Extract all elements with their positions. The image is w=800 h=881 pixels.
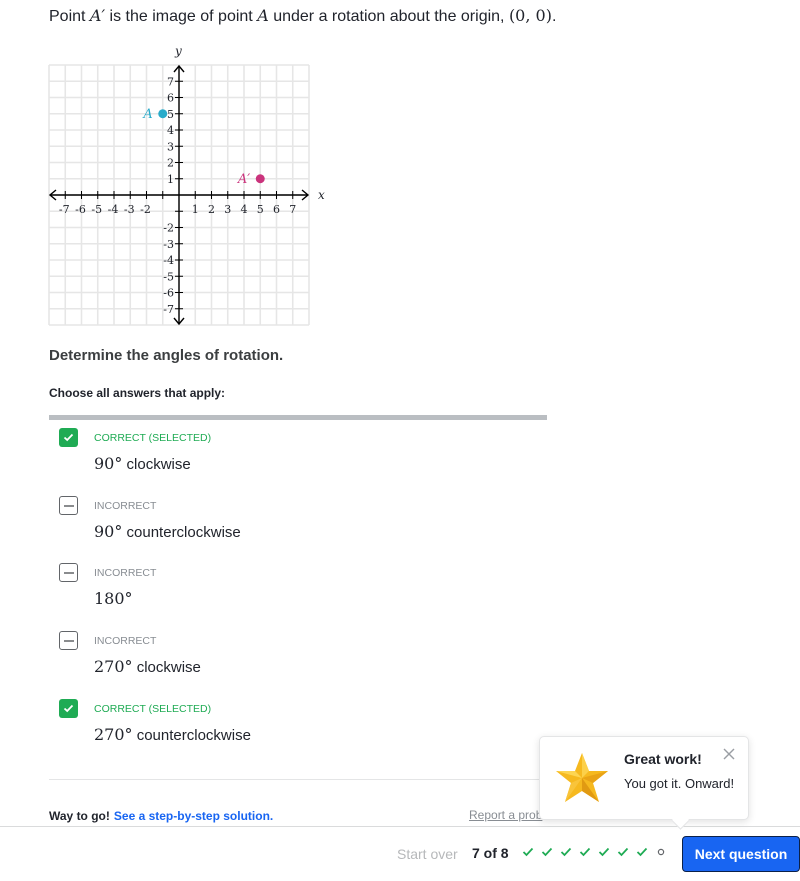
great-work-toast: Great work! You got it. Onward! [539, 736, 749, 820]
y-tick-label: 4 [167, 124, 174, 137]
x-tick-label: 3 [224, 203, 231, 216]
progress-pending-icon [654, 845, 668, 859]
choice-status: INCORRECT [94, 567, 157, 579]
choice-direction: counterclockwise [122, 524, 241, 541]
x-tick-label: -3 [124, 203, 135, 216]
progress-check-icon [597, 845, 611, 859]
choice-text: 270° clockwise [94, 657, 201, 676]
x-tick-label: 1 [192, 203, 199, 216]
close-icon[interactable] [722, 747, 736, 761]
point-label: A′ [237, 172, 250, 187]
report-problem-link[interactable]: Report a prob [469, 808, 542, 822]
choice-text: 90° counterclockwise [94, 522, 241, 541]
y-tick-label: -5 [163, 270, 174, 283]
checkbox-checked-icon[interactable] [59, 699, 78, 718]
choice-text: 90° clockwise [94, 454, 191, 473]
choice-angle: 90° [94, 522, 123, 541]
next-question-button[interactable]: Next question [682, 836, 800, 872]
x-tick-label: 5 [257, 203, 264, 216]
x-axis-label: x [318, 188, 325, 202]
checkbox-minus-icon[interactable] [59, 631, 78, 650]
y-tick-label: 1 [167, 173, 174, 186]
start-over-button[interactable]: Start over [397, 846, 458, 862]
y-tick-label: 7 [167, 75, 174, 88]
choice-status: INCORRECT [94, 500, 157, 512]
progress-check-icon [559, 845, 573, 859]
point-a [158, 109, 168, 119]
step-by-step-solution-link[interactable]: See a step-by-step solution. [114, 809, 273, 823]
checkbox-minus-icon[interactable] [59, 496, 78, 515]
checkbox-checked-icon[interactable] [59, 428, 78, 447]
answer-choice[interactable]: CORRECT (SELECTED) 90° clockwise [59, 428, 539, 478]
y-tick-label: -2 [163, 222, 174, 235]
progress-count: 7 of 8 [472, 845, 509, 861]
choice-status: CORRECT (SELECTED) [94, 703, 212, 715]
x-tick-label: -7 [59, 203, 70, 216]
choice-angle: 180° [94, 589, 133, 608]
y-tick-label: -3 [163, 238, 174, 251]
choice-angle: 270° [94, 657, 133, 676]
y-axis-label: y [174, 44, 182, 58]
x-tick-label: -5 [91, 203, 102, 216]
x-tick-label: 4 [241, 203, 248, 216]
progress-check-icon [578, 845, 592, 859]
divider [49, 415, 547, 420]
point-a-prime [255, 174, 265, 184]
progress-check-icon [616, 845, 630, 859]
choice-direction: clockwise [132, 659, 201, 676]
choose-instruction: Choose all answers that apply: [49, 386, 226, 400]
answer-choice[interactable]: INCORRECT 270° clockwise [59, 631, 539, 681]
y-tick-label: 5 [167, 108, 174, 121]
x-tick-label: 6 [273, 203, 280, 216]
y-tick-label: -7 [163, 303, 174, 316]
answer-choice[interactable]: INCORRECT 90° counterclockwise [59, 496, 539, 546]
choice-text: 270° counterclockwise [94, 725, 251, 744]
y-tick-label: 3 [167, 140, 174, 153]
progress-check-icon [635, 845, 649, 859]
choice-direction: clockwise [122, 456, 191, 473]
coordinate-plane: -7 -6 -5 -4 -3 -2 1 2 3 4 5 6 77654321-2-3-4-5-6-7xy… [48, 44, 325, 326]
checkbox-minus-icon[interactable] [59, 563, 78, 582]
y-tick-label: -4 [163, 254, 174, 267]
x-tick-label: -2 [140, 203, 151, 216]
choice-status: INCORRECT [94, 635, 157, 647]
x-tick-label: 2 [208, 203, 215, 216]
subquestion: Determine the angles of rotation. [49, 347, 284, 364]
choice-angle: 90° [94, 454, 123, 473]
answer-choice[interactable]: CORRECT (SELECTED) 270° counterclockwise [59, 699, 539, 749]
star-icon [556, 753, 608, 802]
y-tick-label: -6 [163, 287, 174, 300]
praise-text: Way to go! [49, 809, 110, 823]
x-tick-label: 7 [289, 203, 296, 216]
toast-title: Great work! [624, 751, 702, 767]
answer-choice[interactable]: INCORRECT 180° [59, 563, 539, 613]
choice-direction: counterclockwise [132, 727, 251, 744]
toast-message: You got it. Onward! [624, 776, 735, 791]
divider [49, 779, 547, 780]
x-tick-label: -6 [75, 203, 86, 216]
prompt-origin: (0, 0) [508, 6, 552, 25]
y-tick-label: 2 [167, 157, 174, 170]
choice-status: CORRECT (SELECTED) [94, 432, 212, 444]
choice-angle: 270° [94, 725, 133, 744]
point-label: A [142, 107, 152, 122]
progress-check-icon [540, 845, 554, 859]
footer-message: Way to go! See a step-by-step solution. [49, 809, 273, 823]
y-tick-label: 6 [167, 92, 174, 105]
progress-indicators [521, 845, 668, 859]
choice-text: 180° [94, 589, 133, 608]
x-tick-label: -4 [108, 203, 119, 216]
prompt-text: . [551, 8, 557, 25]
progress-check-icon [521, 845, 535, 859]
